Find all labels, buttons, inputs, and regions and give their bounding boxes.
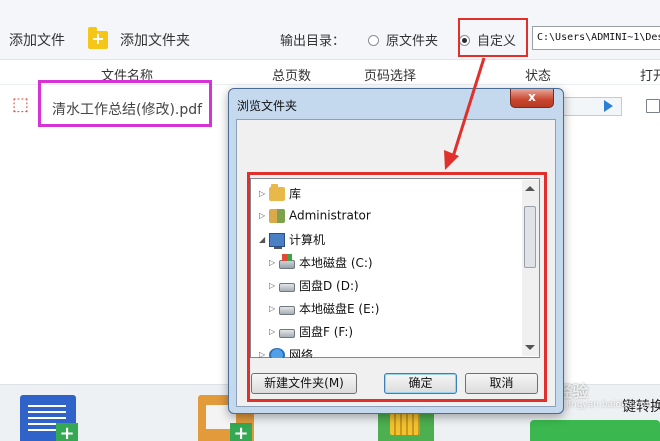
play-icon[interactable]: [604, 100, 613, 112]
close-button[interactable]: x: [510, 89, 554, 108]
column-total-pages: 总页数: [272, 69, 312, 84]
open-file-icon[interactable]: [646, 99, 660, 113]
add-folder-icon[interactable]: [88, 27, 108, 49]
custom-option-highlight: [458, 18, 528, 57]
output-dir-label: 输出目录：: [280, 34, 346, 49]
column-page-range: 页码选择: [364, 69, 417, 84]
original-folder-label[interactable]: 原文件夹: [386, 30, 438, 49]
dialog-title: 浏览文件夹: [237, 99, 298, 113]
convert-button[interactable]: [530, 420, 660, 441]
column-open: 打开: [640, 69, 660, 84]
add-folder-button[interactable]: 添加文件夹: [120, 30, 190, 50]
doc-convert-icon[interactable]: [20, 395, 78, 441]
pdf-file-icon: ⬚: [12, 94, 30, 115]
table-row-file-name[interactable]: 清水工作总结(修改).pdf: [52, 99, 202, 119]
folder-tree-highlight: [247, 172, 547, 402]
page-range-input[interactable]: [562, 97, 622, 116]
add-file-button[interactable]: 添加文件: [9, 30, 65, 50]
watermark-url: jingyan.baidu.com: [566, 400, 650, 410]
output-path-field[interactable]: C:\Users\ADMINI~1\Des: [532, 26, 660, 50]
original-folder-radio[interactable]: [368, 35, 379, 46]
column-status: 状态: [525, 69, 552, 84]
